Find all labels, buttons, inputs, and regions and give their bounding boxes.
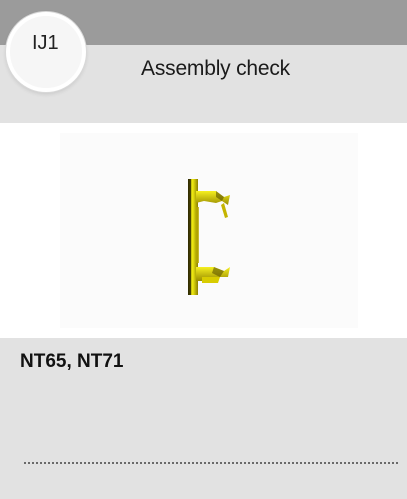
notes-dotted-line [24,462,398,464]
compatible-models: NT65, NT71 [20,351,124,372]
part-image-area [0,123,407,338]
yellow-bracket-part-icon [188,179,230,295]
part-image-frame [60,133,358,328]
step-code-badge: IJ1 [6,12,86,92]
step-code-label: IJ1 [32,32,59,54]
assembly-check-card: Assembly check IJ1 NT65, NT71 [0,0,407,499]
details-section: NT65, NT71 [0,338,407,499]
